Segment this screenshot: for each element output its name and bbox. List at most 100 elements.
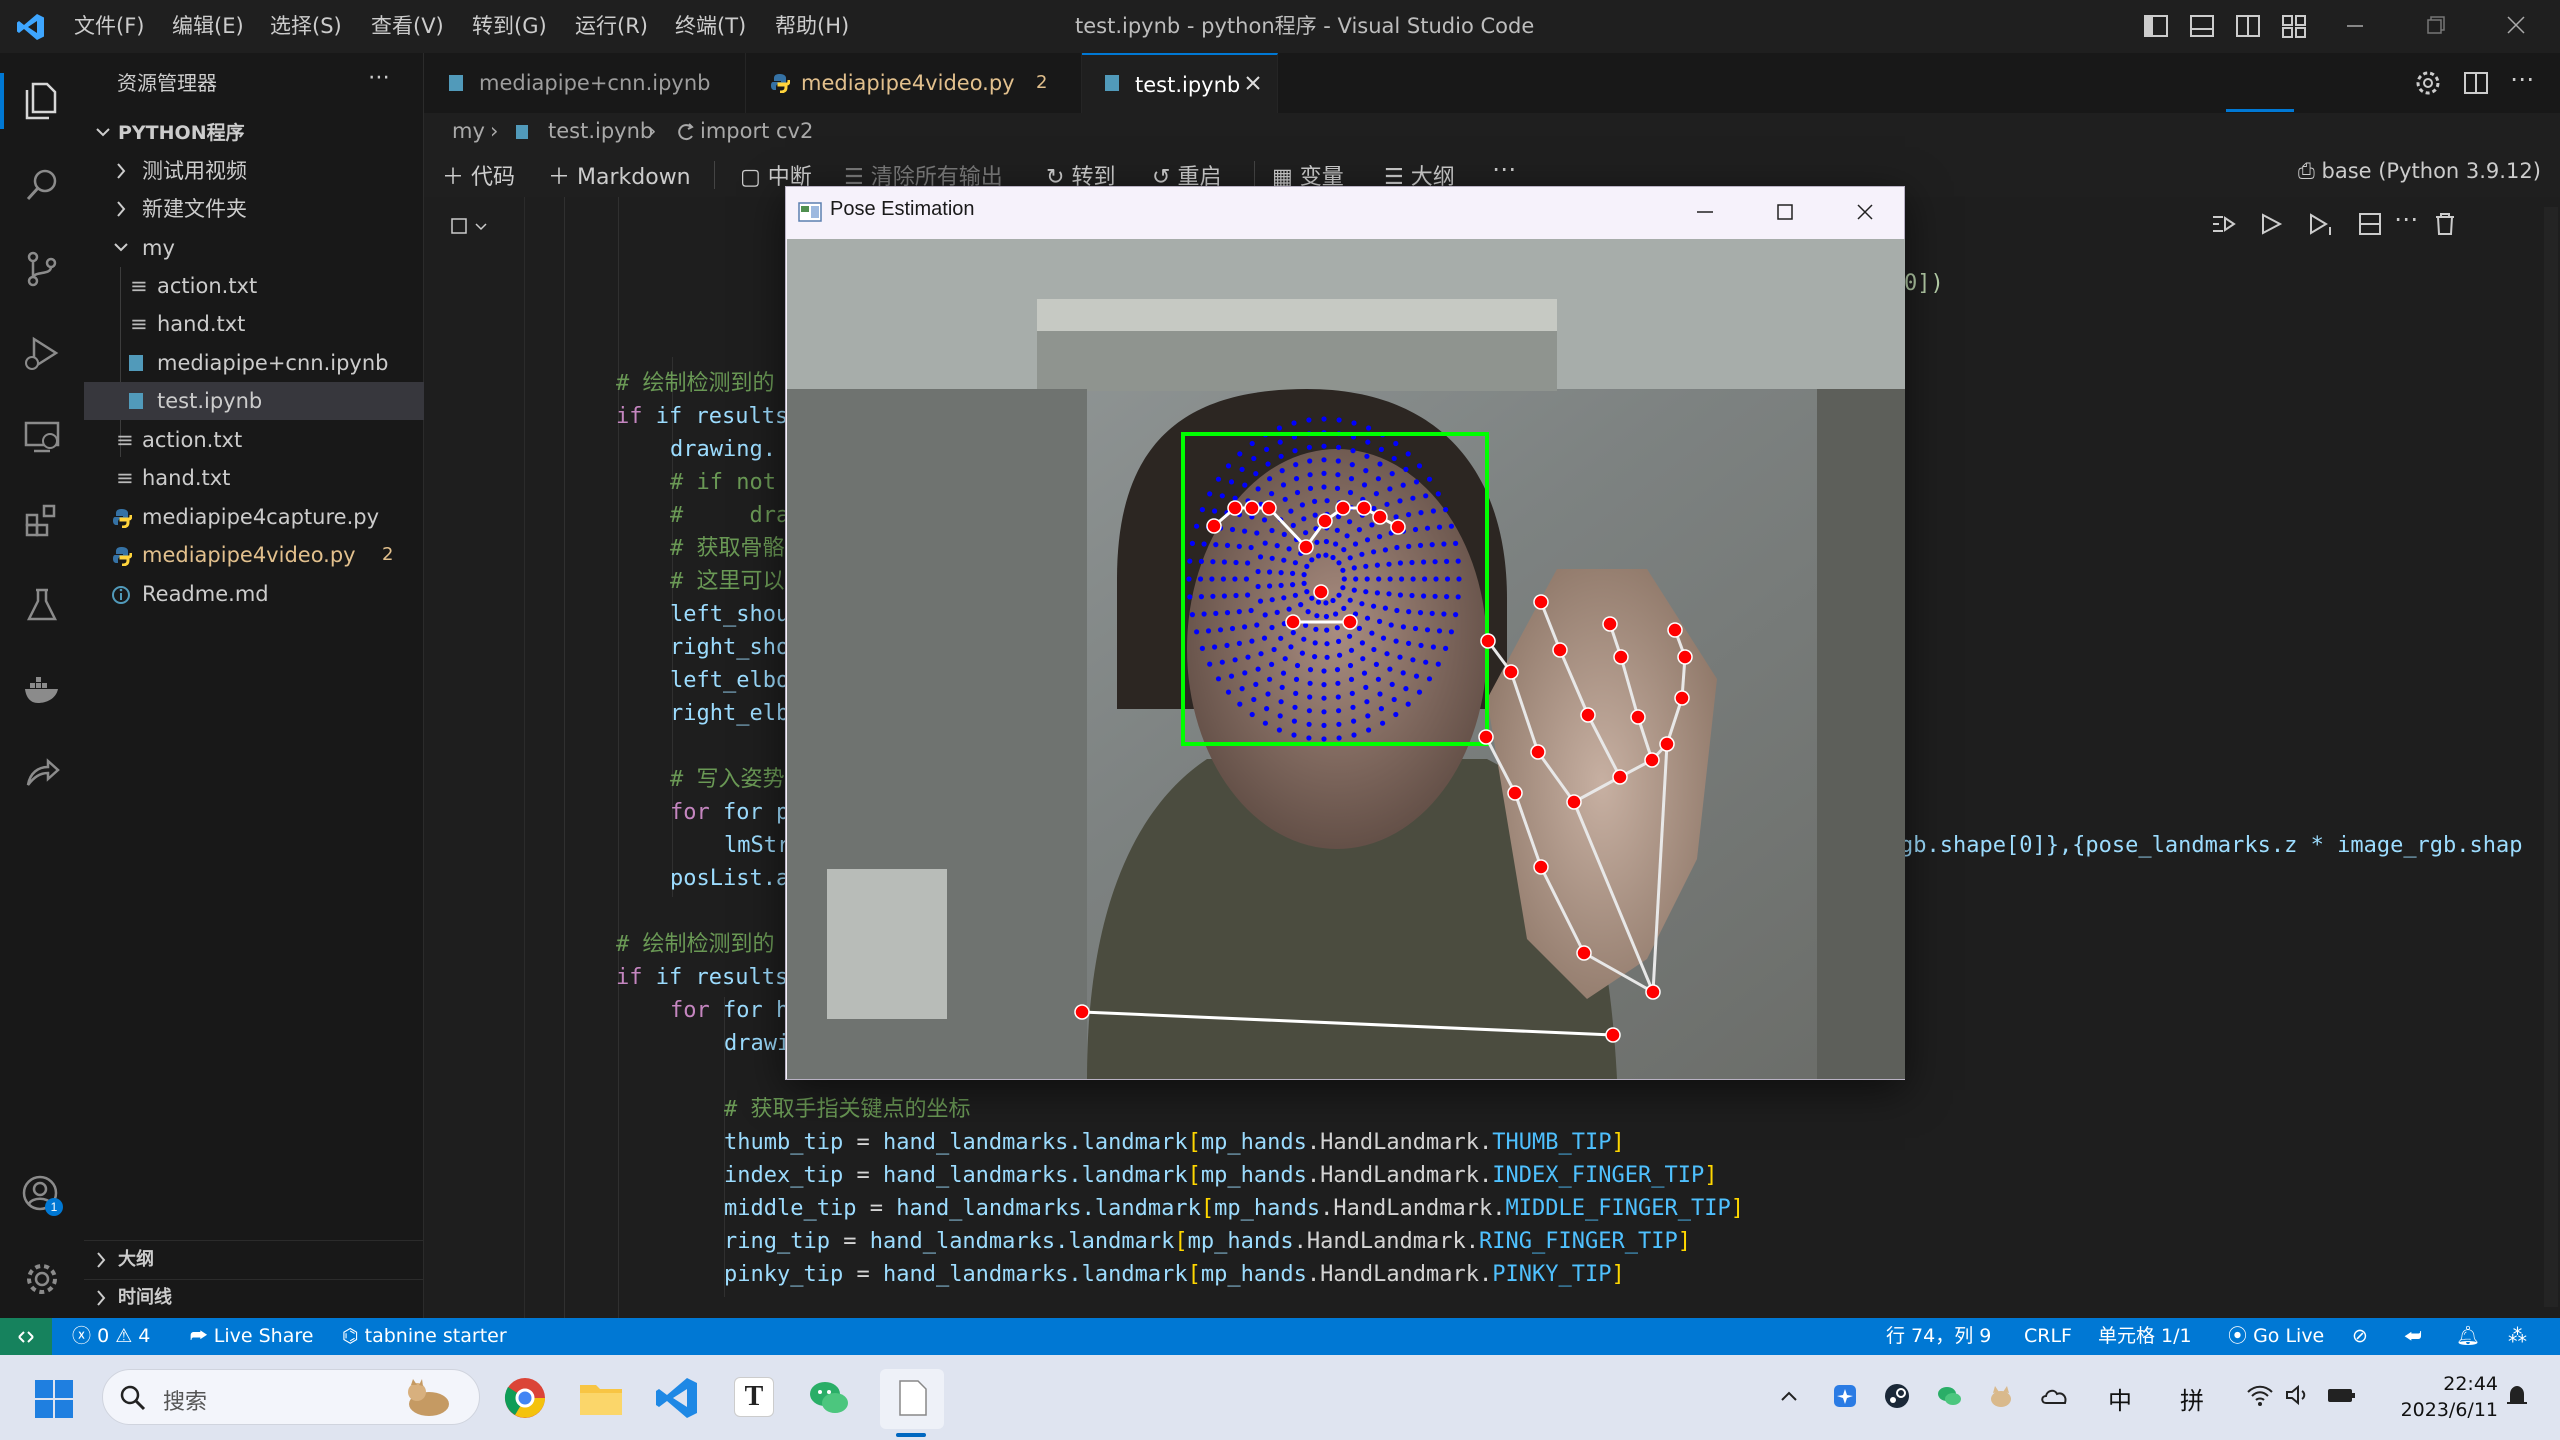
live-share-status[interactable]: ⮫ Live Share bbox=[190, 1318, 313, 1355]
docker-icon[interactable] bbox=[0, 647, 84, 731]
timeline-section[interactable]: 时间线 bbox=[84, 1279, 424, 1317]
menu-view[interactable]: 查看(V) bbox=[371, 0, 444, 53]
run-by-line-icon[interactable] bbox=[2210, 211, 2238, 237]
ime-mode-indicator[interactable]: 中 bbox=[2108, 1381, 2132, 1416]
accounts-icon[interactable]: 1 bbox=[0, 1153, 84, 1237]
breadcrumb-file[interactable]: test.ipynb bbox=[548, 119, 653, 143]
tree-file-mediapipe-cnn[interactable]: mediapipe+cnn.ipynb bbox=[84, 344, 424, 382]
tree-file-mediapipe4video[interactable]: mediapipe4video.py 2 bbox=[84, 536, 424, 574]
volume-icon[interactable] bbox=[2284, 1383, 2312, 1407]
menu-file[interactable]: 文件(F) bbox=[74, 0, 144, 53]
tabnine-status[interactable]: ⌬ tabnine starter bbox=[342, 1318, 507, 1355]
live-share-feedback-icon[interactable]: ⮨ bbox=[2404, 1318, 2422, 1355]
clock-time[interactable]: 22:44 bbox=[2408, 1373, 2498, 1395]
extensions-icon[interactable] bbox=[0, 479, 84, 563]
line-ending[interactable]: CRLF bbox=[2024, 1318, 2072, 1355]
cell-more-icon[interactable]: ⋯ bbox=[2394, 205, 2418, 233]
battery-icon[interactable] bbox=[2326, 1383, 2358, 1407]
notebook-settings-gear-icon[interactable] bbox=[2414, 69, 2442, 97]
split-editor-icon[interactable] bbox=[2462, 69, 2490, 97]
tab-mediapipe-cnn[interactable]: mediapipe+cnn.ipynb bbox=[424, 53, 746, 113]
pose-close-icon[interactable] bbox=[1852, 199, 1878, 225]
toggle-primary-sidebar-icon[interactable] bbox=[2143, 13, 2169, 39]
wechat-icon[interactable] bbox=[806, 1375, 852, 1421]
minimize-icon[interactable] bbox=[2345, 16, 2365, 36]
pose-estimation-window[interactable]: Pose Estimation bbox=[785, 186, 1905, 1080]
add-code-cell-button[interactable]: ＋ 代码 bbox=[442, 159, 515, 191]
go-live-button[interactable]: ⦿ Go Live bbox=[2228, 1318, 2324, 1355]
menu-terminal[interactable]: 终端(T) bbox=[675, 0, 746, 53]
toolbar-more-icon[interactable]: ⋯ bbox=[1492, 155, 1516, 183]
tree-file-readme[interactable]: Readme.md bbox=[84, 575, 424, 613]
wechat-tray-icon[interactable] bbox=[1936, 1383, 1962, 1409]
add-markdown-cell-button[interactable]: ＋ Markdown bbox=[548, 159, 691, 191]
tree-file-hand-txt[interactable]: ≡ hand.txt bbox=[84, 305, 424, 343]
notification-dot-icon[interactable]: ⁂ bbox=[2508, 1318, 2527, 1355]
tree-folder-test-videos[interactable]: 测试用视频 bbox=[84, 152, 424, 190]
live-share-icon[interactable] bbox=[0, 731, 84, 815]
problems-indicator[interactable]: ⓧ 0 ⚠ 4 bbox=[72, 1318, 150, 1355]
close-icon[interactable] bbox=[2505, 14, 2527, 36]
notifications-bell-icon[interactable]: 🔔︎ bbox=[2456, 1318, 2480, 1355]
outline-section[interactable]: 大纲 bbox=[84, 1241, 424, 1279]
clock-date[interactable]: 2023/6/11 bbox=[2380, 1399, 2498, 1421]
testing-icon[interactable] bbox=[0, 563, 84, 647]
chrome-icon[interactable] bbox=[502, 1375, 548, 1421]
kernel-picker[interactable]: ⎙ base (Python 3.9.12) bbox=[2298, 159, 2541, 184]
customize-layout-icon[interactable] bbox=[2281, 13, 2307, 39]
source-control-icon[interactable] bbox=[0, 227, 84, 311]
tree-file-action-txt[interactable]: ≡ action.txt bbox=[84, 267, 424, 305]
tab-test-ipynb[interactable]: test.ipynb bbox=[1082, 53, 1278, 113]
cell-collapse-toggle[interactable] bbox=[450, 217, 490, 237]
tab-mediapipe4video[interactable]: mediapipe4video.py 2 bbox=[746, 53, 1082, 113]
ime-pinyin-indicator[interactable]: 拼 bbox=[2180, 1381, 2204, 1416]
active-app-button[interactable] bbox=[880, 1369, 944, 1429]
taskbar-search-box[interactable]: 搜索 bbox=[102, 1369, 480, 1425]
toggle-panel-icon[interactable] bbox=[2189, 13, 2215, 39]
vertical-scrollbar[interactable] bbox=[2544, 207, 2558, 1307]
start-windows-icon[interactable] bbox=[34, 1379, 74, 1419]
remote-indicator[interactable] bbox=[0, 1318, 52, 1355]
manage-gear-icon[interactable] bbox=[0, 1237, 84, 1321]
onedrive-cloud-icon[interactable] bbox=[2040, 1385, 2070, 1407]
more-actions-icon[interactable]: ⋯ bbox=[368, 65, 390, 90]
editor-more-actions-icon[interactable]: ⋯ bbox=[2510, 65, 2534, 93]
tree-file-action-txt-root[interactable]: ≡ action.txt bbox=[84, 421, 424, 459]
tray-cat-icon[interactable] bbox=[1988, 1383, 2014, 1409]
tree-file-test-ipynb[interactable]: test.ipynb bbox=[84, 382, 424, 420]
delete-cell-icon[interactable] bbox=[2432, 211, 2458, 237]
vscode-taskbar-icon[interactable] bbox=[654, 1375, 700, 1421]
close-tab-icon[interactable] bbox=[1244, 74, 1262, 92]
explorer-icon[interactable] bbox=[0, 59, 84, 143]
pose-maximize-icon[interactable] bbox=[1772, 199, 1798, 225]
split-cell-icon[interactable] bbox=[2356, 211, 2384, 237]
search-icon[interactable] bbox=[0, 143, 84, 227]
menu-edit[interactable]: 编辑(E) bbox=[172, 0, 244, 53]
breadcrumb-folder[interactable]: my bbox=[452, 119, 485, 143]
tree-folder-new-folder[interactable]: 新建文件夹 bbox=[84, 190, 424, 228]
remote-explorer-icon[interactable] bbox=[0, 395, 84, 479]
workspace-root[interactable]: PYTHON程序 bbox=[84, 114, 424, 152]
restore-icon[interactable] bbox=[2425, 14, 2447, 36]
notification-center-icon[interactable] bbox=[2502, 1381, 2532, 1411]
show-hidden-icons-chevron-icon[interactable] bbox=[1778, 1385, 1800, 1407]
tree-file-mediapipe4capture[interactable]: mediapipe4capture.py bbox=[84, 498, 424, 536]
menu-run[interactable]: 运行(R) bbox=[575, 0, 648, 53]
execute-below-icon[interactable] bbox=[2306, 211, 2334, 237]
pose-minimize-icon[interactable] bbox=[1692, 199, 1718, 225]
tree-file-hand-txt-root[interactable]: ≡ hand.txt bbox=[84, 459, 424, 497]
execute-above-icon[interactable] bbox=[2258, 211, 2286, 237]
cell-indicator[interactable]: 单元格 1/1 bbox=[2098, 1318, 2192, 1355]
menu-help[interactable]: 帮助(H) bbox=[775, 0, 849, 53]
menu-selection[interactable]: 选择(S) bbox=[270, 0, 342, 53]
wifi-icon[interactable] bbox=[2246, 1383, 2274, 1407]
breadcrumb-symbol[interactable]: import cv2 bbox=[700, 119, 813, 143]
copilot-off-icon[interactable]: ⊘ bbox=[2352, 1318, 2368, 1355]
run-debug-icon[interactable] bbox=[0, 311, 84, 395]
typora-icon[interactable]: T bbox=[734, 1377, 774, 1417]
tree-folder-my[interactable]: my bbox=[84, 229, 424, 267]
menu-goto[interactable]: 转到(G) bbox=[472, 0, 547, 53]
file-explorer-icon[interactable] bbox=[578, 1377, 624, 1419]
toggle-secondary-sidebar-icon[interactable] bbox=[2235, 13, 2261, 39]
cursor-position[interactable]: 行 74，列 9 bbox=[1886, 1318, 1991, 1355]
